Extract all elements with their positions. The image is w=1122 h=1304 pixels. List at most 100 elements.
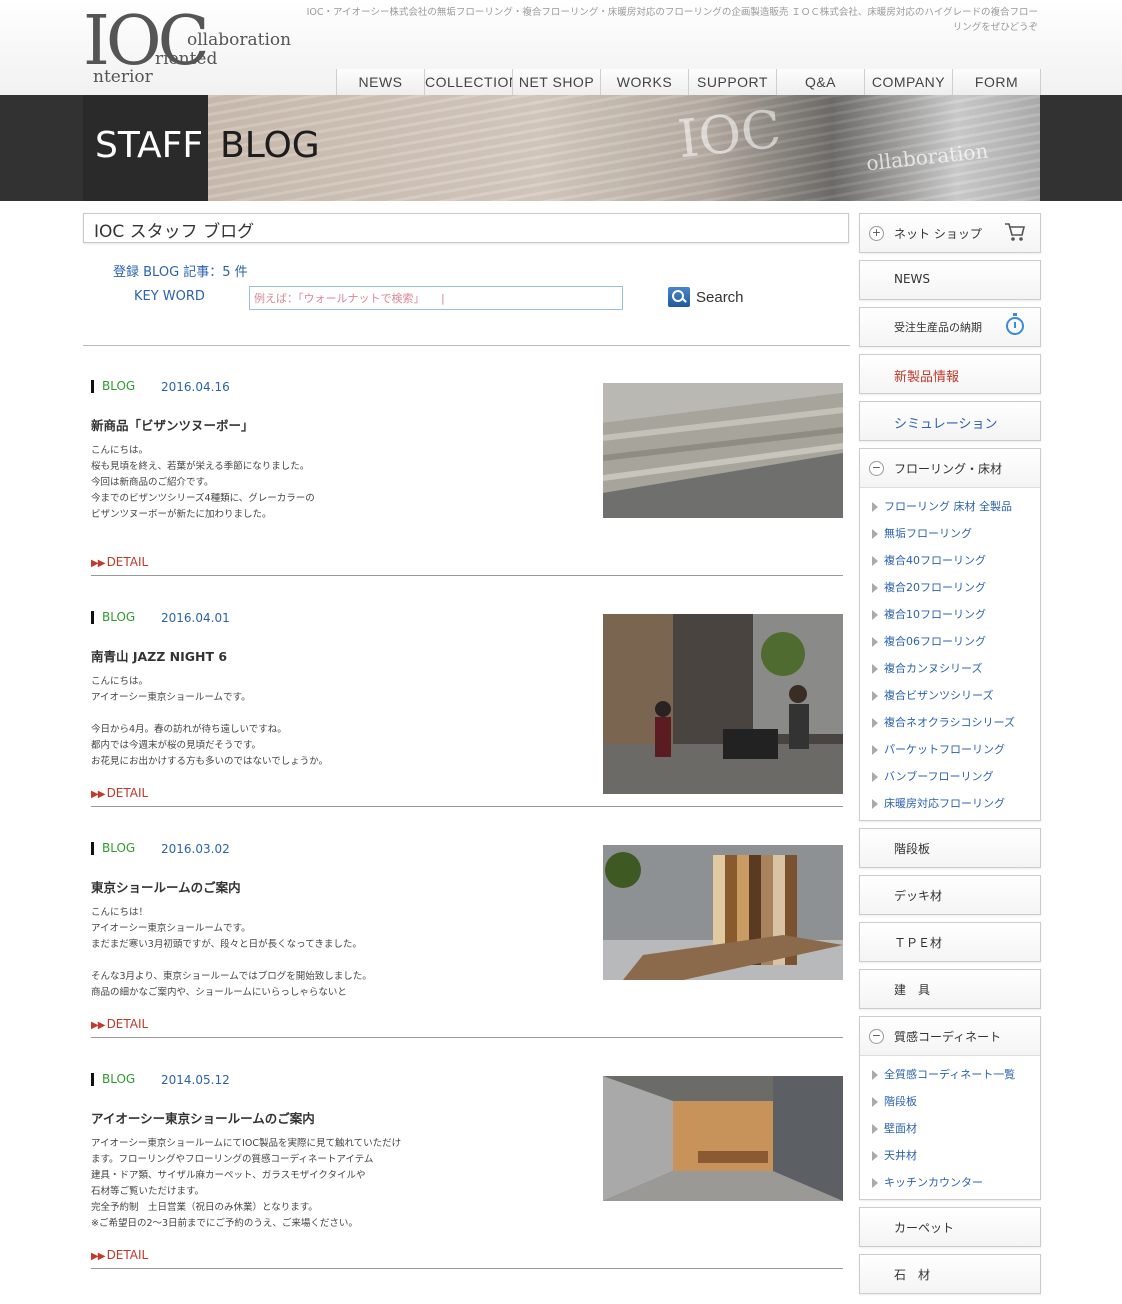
sidebar-item-cannes[interactable]: 複合カンヌシリーズ [860,655,1040,682]
logo-line-collaboration: ollaboration [187,30,292,50]
sidebar-texture-header[interactable]: − 質感コーディネート [860,1017,1040,1056]
sidebar-news[interactable]: NEWS [859,260,1041,300]
post-divider [91,806,843,807]
sidebar-item-composite06[interactable]: 複合06フローリング [860,628,1040,655]
sidebar-item-composite40[interactable]: 複合40フローリング [860,547,1040,574]
sidebar-flooring-header[interactable]: − フローリング・床材 [860,449,1040,488]
sidebar-fittings[interactable]: 建 具 [859,969,1041,1009]
sidebar-new-products[interactable]: 新製品情報 [859,354,1041,394]
expand-icon: + [869,226,884,241]
post-title[interactable]: アイオーシー東京ショールームのご案内 [91,1108,315,1127]
sidebar-stairs[interactable]: 階段板 [859,828,1041,868]
post-title[interactable]: 東京ショールームのご案内 [91,877,241,896]
nav-news[interactable]: NEWS [336,69,424,95]
sidebar-flooring-panel: − フローリング・床材 フローリング 床材 全製品 無垢フローリング 複合40フ… [859,448,1041,821]
cart-icon [1005,223,1026,241]
post-title[interactable]: 新商品「ビザンツヌーボー」 [91,415,254,434]
post-detail-link[interactable]: ▶▶ DETAIL [91,1248,148,1262]
sidebar-item-ceiling[interactable]: 天井材 [860,1142,1040,1169]
detail-arrow-icon: ▶▶ [91,1251,107,1262]
post-thumbnail-showroom[interactable] [603,845,843,980]
post-date: 2016.04.01 [161,611,230,625]
sidebar-texture-list: 全質感コーディネート一覧 階段板 壁面材 天井材 キッチンカウンター [860,1056,1040,1196]
sidebar-item-wall[interactable]: 壁面材 [860,1115,1040,1142]
search-button[interactable]: Search [668,286,744,308]
site-logo[interactable]: IOC ollaboration riented nterior [83,2,303,87]
nav-form[interactable]: FORM [952,69,1041,95]
blog-post: BLOG 2014.05.12 アイオーシー東京ショールームのご案内 アイオーシ… [91,1073,843,1304]
sidebar-stone[interactable]: 石 材 [859,1254,1041,1294]
post-category: BLOG [91,842,135,855]
post-category: BLOG [91,1073,135,1086]
sidebar-item-byzantine[interactable]: 複合ビザンツシリーズ [860,682,1040,709]
global-nav: NEWS COLLECTION NET SHOP WORKS SUPPORT Q… [336,69,1041,95]
post-excerpt: アイオーシー東京ショールームにてIOC製品を実際に見て触れていただけ ます。フロ… [91,1138,402,1229]
post-category: BLOG [91,380,135,393]
detail-arrow-icon: ▶▶ [91,558,107,569]
search-input[interactable] [249,286,623,310]
hero-blog-text: BLOG [220,125,320,166]
blog-post: BLOG 2016.03.02 東京ショールームのご案内 こんにちは！ アイオー… [91,842,843,1073]
post-title[interactable]: 南青山 JAZZ NIGHT 6 [91,646,227,665]
post-date: 2014.05.12 [161,1073,230,1087]
page-title: IOC スタッフ ブログ [94,222,255,242]
hero-sign-sub: ollaboration [865,138,990,176]
nav-collection[interactable]: COLLECTION [424,69,519,95]
nav-support[interactable]: SUPPORT [688,69,776,95]
post-excerpt: こんにちは！ アイオーシー東京ショールームです。 まだまだ寒い3月初頭ですが、段… [91,907,372,998]
logo-line-interior: nterior [93,67,153,87]
post-thumbnail-flooring[interactable] [603,383,843,518]
post-divider [91,1268,843,1269]
sidebar-item-all-texture[interactable]: 全質感コーディネート一覧 [860,1061,1040,1088]
post-category: BLOG [91,611,135,624]
hero-staff-block: STAFF [83,95,208,201]
hero-staff-text: STAFF [95,125,204,166]
sidebar-flooring-list: フローリング 床材 全製品 無垢フローリング 複合40フローリング 複合20フロ… [860,488,1040,817]
divider [83,345,850,346]
logo-line-oriented: riented [155,49,218,69]
sidebar-deck[interactable]: デッキ材 [859,875,1041,915]
collapse-icon: − [869,1029,884,1044]
search-button-label: Search [696,288,744,306]
search-icon [668,287,690,307]
sidebar-item-all-flooring[interactable]: フローリング 床材 全製品 [860,493,1040,520]
site-tagline: IOC・アイオーシー株式会社の無垢フローリング・複合フローリング・床暖房対応のフ… [306,7,1038,33]
sidebar-texture-panel: − 質感コーディネート 全質感コーディネート一覧 階段板 壁面材 天井材 キッチ… [859,1016,1041,1200]
sidebar-item-kitchen-counter[interactable]: キッチンカウンター [860,1169,1040,1196]
sidebar-item-bamboo[interactable]: バンブーフローリング [860,763,1040,790]
post-date: 2016.04.16 [161,380,230,394]
sidebar-item-floor-heating[interactable]: 床暖房対応フローリング [860,790,1040,817]
post-date: 2016.03.02 [161,842,230,856]
nav-company[interactable]: COMPANY [864,69,952,95]
blog-post: BLOG 2016.04.01 南青山 JAZZ NIGHT 6 こんにちは。 … [91,611,843,842]
sidebar-simulation[interactable]: シミュレーション [859,401,1041,441]
post-thumbnail-jazz[interactable] [603,614,843,794]
collapse-icon: − [869,461,884,476]
sidebar-carpet[interactable]: カーペット [859,1207,1041,1247]
detail-arrow-icon: ▶▶ [91,789,107,800]
post-detail-link[interactable]: ▶▶ DETAIL [91,1017,148,1031]
post-divider [91,1037,843,1038]
hero-banner: STAFF BLOG IOC ollaboration [0,95,1122,201]
nav-works[interactable]: WORKS [600,69,688,95]
post-detail-link[interactable]: ▶▶ DETAIL [91,555,148,569]
post-excerpt: こんにちは。 桜も見頃を終え、若葉が栄える季節になりました。 今回は新商品のご紹… [91,445,315,520]
sidebar-net-shop[interactable]: + ネット ショップ [859,213,1041,253]
sidebar-item-composite20[interactable]: 複合20フローリング [860,574,1040,601]
hero-sign-logo: IOC [675,99,784,171]
sidebar-item-composite10[interactable]: 複合10フローリング [860,601,1040,628]
detail-arrow-icon: ▶▶ [91,1020,107,1031]
post-thumbnail-interior[interactable] [603,1076,843,1201]
sidebar-item-parquet[interactable]: パーケットフローリング [860,736,1040,763]
hero-image: BLOG IOC ollaboration [208,95,1040,201]
sidebar-delivery[interactable]: 受注生産品の納期 [859,307,1041,347]
post-detail-link[interactable]: ▶▶ DETAIL [91,786,148,800]
sidebar-tpe[interactable]: ＴＰＥ材 [859,922,1041,962]
sidebar-item-solid[interactable]: 無垢フローリング [860,520,1040,547]
post-excerpt: こんにちは。 アイオーシー東京ショールームです。 今日から4月。春の訪れが待ち遠… [91,676,329,767]
page-title-box: IOC スタッフ ブログ [83,213,849,243]
nav-net-shop[interactable]: NET SHOP [512,69,600,95]
sidebar-item-neoclassico[interactable]: 複合ネオクラシコシリーズ [860,709,1040,736]
nav-qa[interactable]: Q&A [776,69,864,95]
sidebar-item-stair-board[interactable]: 階段板 [860,1088,1040,1115]
